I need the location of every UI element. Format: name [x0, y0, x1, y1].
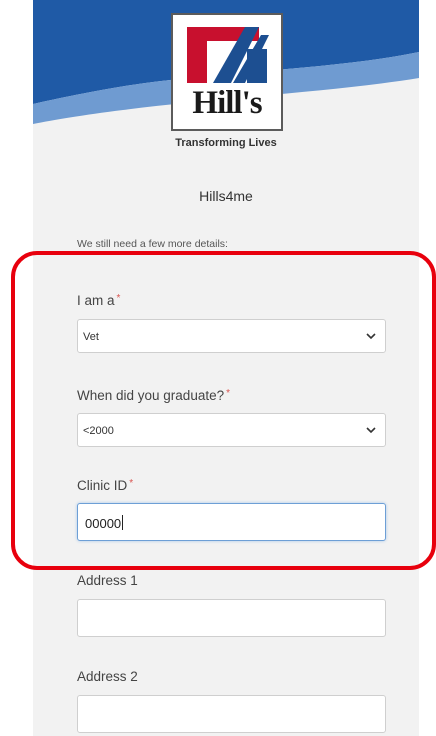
address2-label-text: Address 2: [77, 669, 138, 684]
hills-logo-mark-icon: [187, 27, 269, 83]
address1-label-text: Address 1: [77, 573, 138, 588]
site-name: Hills4me: [199, 188, 253, 204]
address2-label: Address 2: [77, 669, 138, 684]
address1-input[interactable]: [77, 599, 386, 637]
hills-logo: Hill's: [171, 13, 283, 131]
brand-tagline: Transforming Lives: [175, 137, 277, 149]
address2-input[interactable]: [77, 695, 386, 733]
intro-text: We still need a few more details:: [77, 238, 228, 250]
logo-wordmark: Hill's: [192, 85, 262, 121]
annotation-highlight-outline: [11, 251, 436, 570]
address1-label: Address 1: [77, 573, 138, 588]
